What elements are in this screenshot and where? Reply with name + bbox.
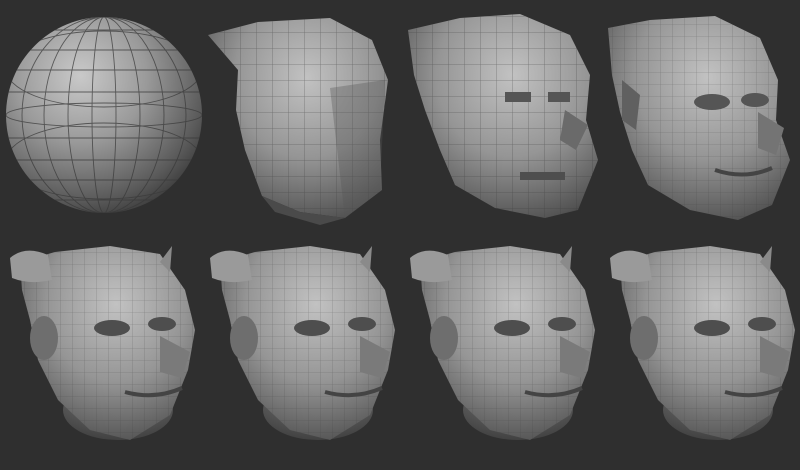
panel-sculpted-head-4 [610, 246, 795, 440]
panel-detailed-face-lowres [608, 16, 790, 220]
panel-sculpted-head-3 [410, 246, 595, 440]
panel-blocked-head [208, 18, 388, 225]
panel-sculpted-head-2 [210, 246, 395, 440]
panel-sculpted-head-1 [10, 246, 195, 440]
sculpt-progression-image [6, 14, 795, 440]
panel-base-sphere [6, 17, 202, 213]
render-canvas [0, 0, 800, 470]
panel-rough-face [408, 14, 598, 218]
